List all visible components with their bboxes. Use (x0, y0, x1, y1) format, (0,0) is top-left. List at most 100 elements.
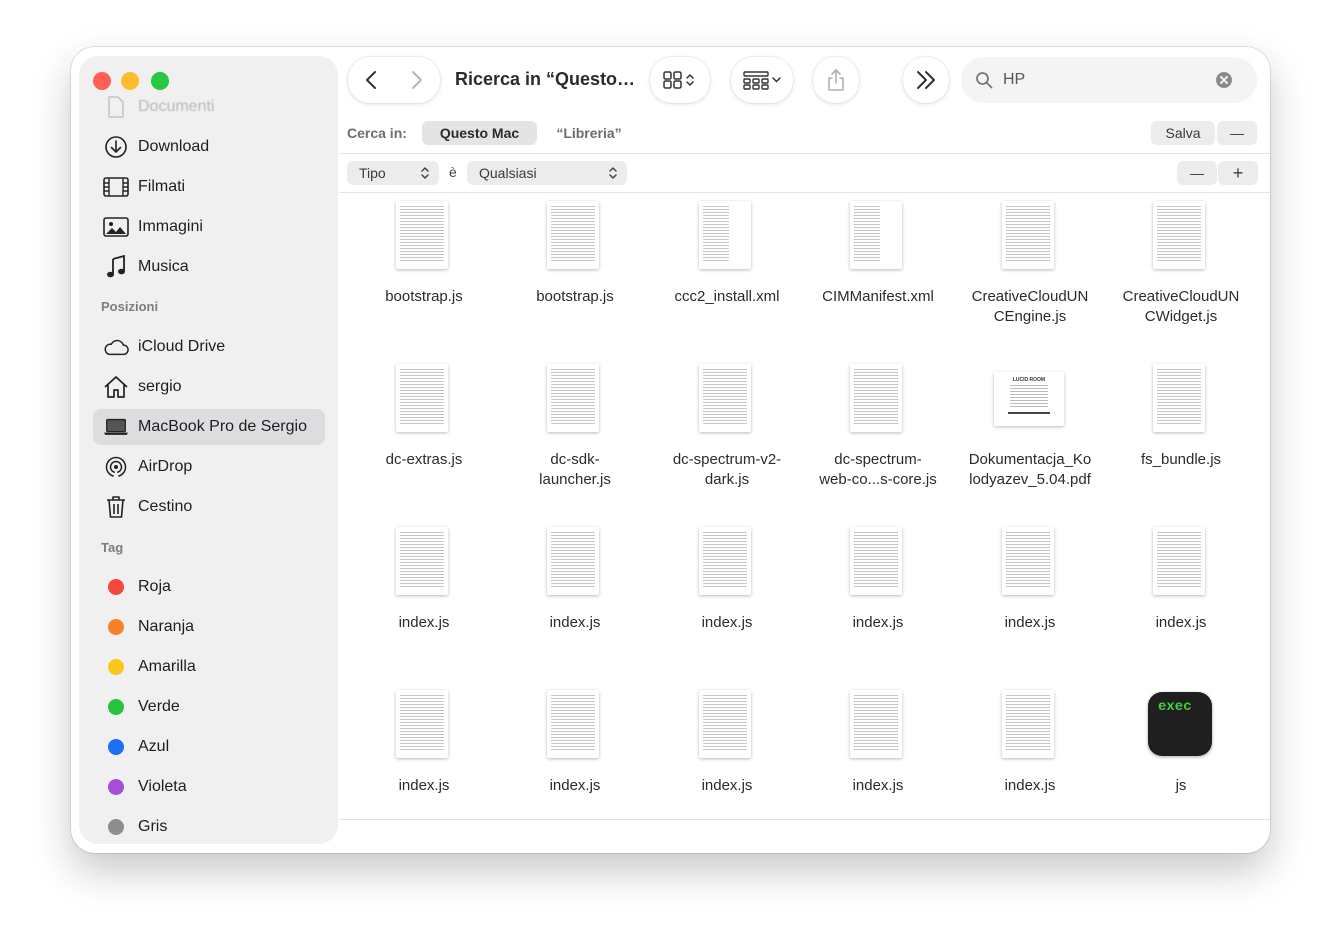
more-toolbar-button[interactable] (903, 57, 949, 103)
sidebar-item-label: Verde (138, 698, 180, 715)
sidebar-tag-roja[interactable]: Roja (93, 569, 325, 605)
double-chevron-right-icon (917, 71, 935, 89)
grid-view-icon (663, 71, 694, 89)
file-name-line2: CEngine.js (993, 308, 1067, 325)
js-document-icon (699, 527, 751, 595)
scope-library-button[interactable]: “Libreria” (544, 121, 634, 145)
sidebar-tag-verde[interactable]: Verde (93, 689, 325, 725)
updown-chevron-icon (609, 167, 617, 179)
file-name: index.js (1004, 777, 1056, 794)
sidebar-tag-amarilla[interactable]: Amarilla (93, 649, 325, 685)
js-document-icon (547, 527, 599, 595)
file-name: CIMManifest.xml (822, 288, 934, 305)
file-name: ccc2_install.xml (674, 288, 780, 305)
sidebar-item-musica[interactable]: Musica (93, 249, 325, 285)
file-grid: bootstrap.js bootstrap.js ccc2_install.x… (339, 193, 1270, 819)
file-name: dc-extras.js (385, 451, 463, 468)
back-button[interactable] (348, 57, 394, 103)
share-button[interactable] (813, 57, 859, 103)
sidebar-item-label: Violeta (138, 778, 187, 795)
file-name: index.js (701, 777, 753, 794)
group-grid-icon (743, 71, 781, 90)
download-icon (103, 134, 129, 160)
js-document-icon (1002, 527, 1054, 595)
zoom-window-button[interactable] (151, 72, 169, 90)
sidebar-item-download[interactable]: Download (93, 129, 325, 165)
file-name-line2: dark.js (704, 471, 750, 488)
save-search-button[interactable]: Salva (1151, 121, 1215, 145)
cloud-icon (103, 334, 129, 360)
chevron-left-icon (366, 71, 376, 89)
search-input[interactable] (1001, 70, 1205, 90)
remove-criterion-button[interactable]: — (1177, 161, 1217, 185)
sidebar-tag-azul[interactable]: Azul (93, 729, 325, 765)
js-document-icon (547, 690, 599, 758)
sidebar-item-icloud-drive[interactable]: iCloud Drive (93, 329, 325, 365)
photo-icon (103, 214, 129, 240)
file-name: index.js (1155, 614, 1207, 631)
file-name: index.js (1004, 614, 1056, 631)
sidebar-item-label: Download (138, 138, 210, 155)
forward-button[interactable] (394, 57, 440, 103)
sidebar-item-label: Cestino (138, 498, 193, 515)
search-scope-bar: Cerca in: Questo Mac “Libreria” Salva — (339, 113, 1270, 154)
tags-header: Tag (101, 540, 124, 555)
sidebar-item-sergio[interactable]: sergio (93, 369, 325, 405)
js-document-icon (396, 201, 448, 269)
film-icon (103, 174, 129, 200)
document-icon (103, 94, 129, 120)
exec-icon-label: exec (1158, 699, 1192, 715)
close-window-button[interactable] (93, 72, 111, 90)
attribute-select[interactable]: Tipo (347, 161, 439, 185)
sidebar-item-label: Musica (138, 258, 189, 275)
js-document-icon (396, 690, 448, 758)
file-name: index.js (549, 777, 601, 794)
sidebar-tag-gris[interactable]: Gris (93, 809, 325, 843)
search-criteria-bar: Tipo è Qualsiasi — + (339, 154, 1270, 193)
file-name: index.js (398, 777, 450, 794)
sidebar-item-documenti[interactable]: Documenti (93, 89, 325, 125)
value-select[interactable]: Qualsiasi (467, 161, 627, 185)
window-title: Ricerca in “Questo… (455, 69, 636, 89)
sidebar-item-label: MacBook Pro de Sergio (138, 418, 307, 435)
file-name: index.js (549, 614, 601, 631)
sidebar-item-airdrop[interactable]: AirDrop (93, 449, 325, 485)
js-document-icon (850, 690, 902, 758)
sidebar-item-filmati[interactable]: Filmati (93, 169, 325, 205)
sidebar-item-macbook[interactable]: MacBook Pro de Sergio (93, 409, 325, 445)
search-field[interactable] (961, 57, 1257, 103)
js-document-icon (396, 364, 448, 432)
home-icon (103, 374, 129, 400)
file-name: CreativeCloudUN (1122, 288, 1240, 305)
file-name: bootstrap.js (536, 288, 614, 305)
add-criterion-button[interactable]: + (1218, 161, 1258, 185)
music-note-icon (103, 254, 129, 280)
remove-scope-button[interactable]: — (1217, 121, 1257, 145)
scope-this-mac-button[interactable]: Questo Mac (422, 121, 537, 145)
file-name: dc-spectrum-v2- (672, 451, 782, 468)
js-document-icon (547, 201, 599, 269)
clear-search-button[interactable] (1215, 71, 1233, 94)
orange-tag-dot-icon (108, 619, 124, 635)
sidebar-tag-naranja[interactable]: Naranja (93, 609, 325, 645)
share-icon (828, 69, 844, 91)
sidebar-tag-violeta[interactable]: Violeta (93, 769, 325, 805)
group-by-button[interactable] (731, 57, 793, 103)
trash-icon (103, 494, 129, 520)
js-document-icon (1002, 690, 1054, 758)
purple-tag-dot-icon (108, 779, 124, 795)
sidebar-item-label: Naranja (138, 618, 195, 635)
minimize-window-button[interactable] (121, 72, 139, 90)
js-document-icon (1002, 201, 1054, 269)
sidebar-item-immagini[interactable]: Immagini (93, 209, 325, 245)
file-name: dc-sdk- (550, 451, 600, 468)
js-document-icon (699, 690, 751, 758)
sidebar-item-cestino[interactable]: Cestino (93, 489, 325, 525)
sidebar-item-label: Roja (138, 578, 171, 595)
yellow-tag-dot-icon (108, 659, 124, 675)
xml-document-icon (850, 201, 902, 269)
attribute-select-value: Tipo (359, 165, 386, 181)
view-mode-button[interactable] (650, 57, 710, 103)
file-name: index.js (852, 777, 904, 794)
red-tag-dot-icon (108, 579, 124, 595)
